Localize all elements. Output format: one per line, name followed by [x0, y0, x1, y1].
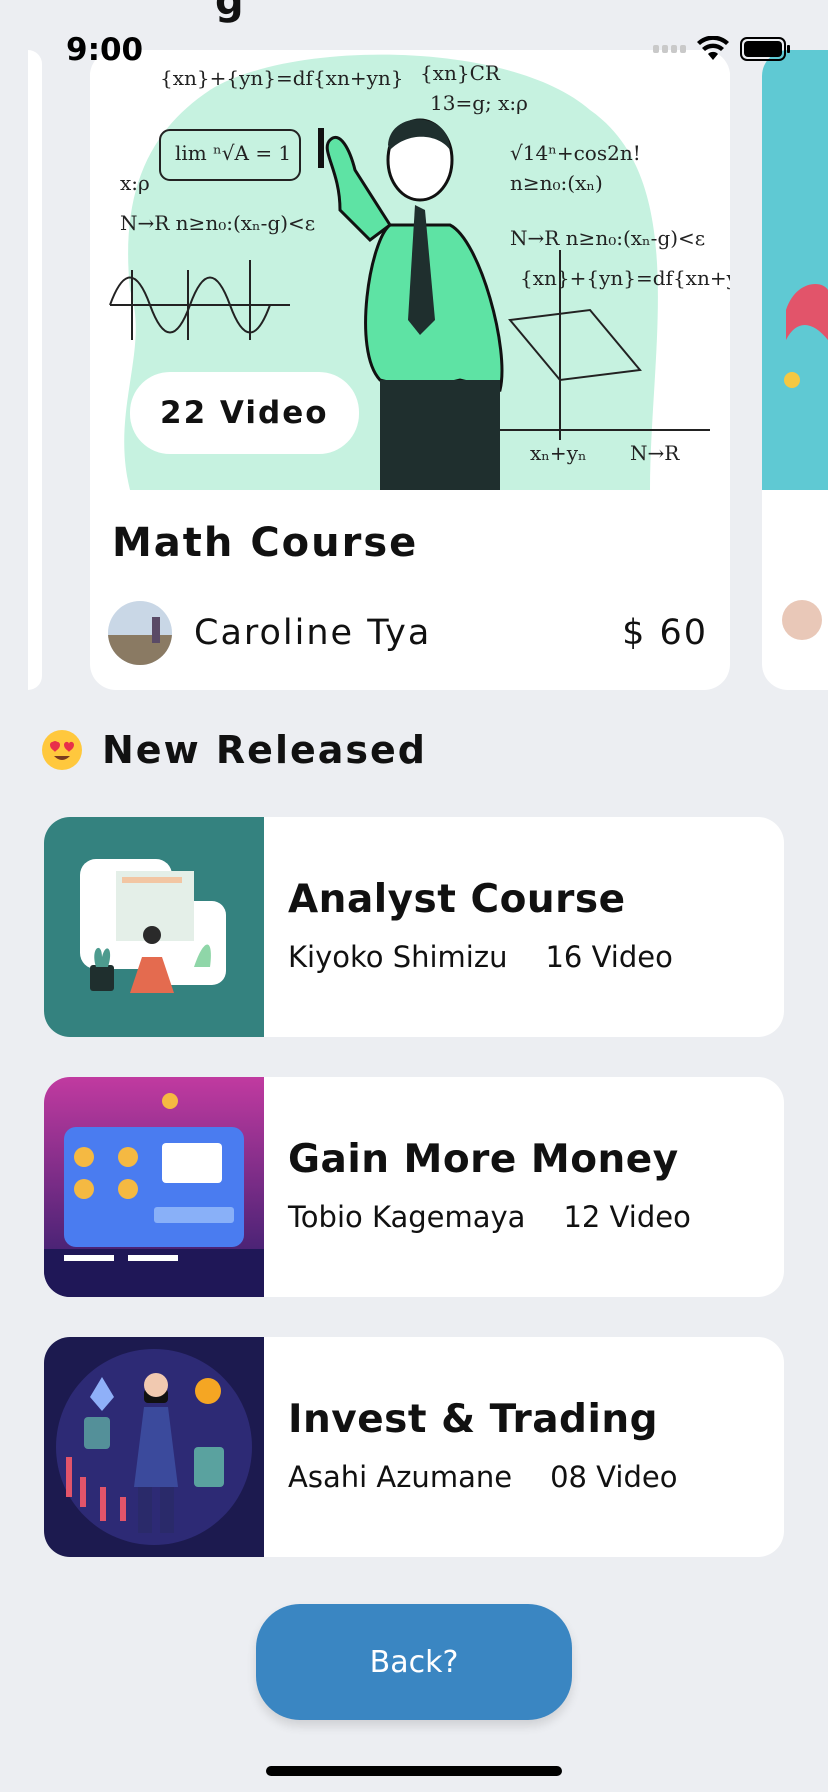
status-icons: [653, 36, 792, 62]
invest-trading-thumbnail: [44, 1337, 264, 1557]
status-bar: 9:00: [0, 0, 828, 100]
svg-text:√14ⁿ+cos2n!: √14ⁿ+cos2n!: [510, 141, 641, 165]
cellular-signal-icon: [653, 45, 686, 53]
heart-eyes-emoji-icon: [42, 730, 82, 770]
back-button[interactable]: Back?: [256, 1604, 572, 1720]
list-item[interactable]: Invest & Trading Asahi Azumane 08 Video: [44, 1337, 784, 1557]
svg-text:lim ⁿ√A = 1: lim ⁿ√A = 1: [175, 141, 291, 165]
svg-text:N→R: N→R: [630, 441, 680, 465]
featured-author-name: Caroline Tya: [194, 613, 432, 653]
avatar: [108, 601, 172, 665]
list-item[interactable]: Gain More Money Tobio Kagemaya 12 Video: [44, 1077, 784, 1297]
list-item[interactable]: Analyst Course Kiyoko Shimizu 16 Video: [44, 817, 784, 1037]
gain-more-money-thumbnail: [44, 1077, 264, 1297]
course-video-count: 08 Video: [550, 1460, 678, 1494]
featured-author-row: Caroline Tya $ 60: [108, 600, 708, 666]
svg-text:N→R n≥n₀:(xₙ-g)<ε: N→R n≥n₀:(xₙ-g)<ε: [120, 211, 315, 235]
status-time: 9:00: [66, 32, 144, 68]
featured-price: $ 60: [622, 613, 708, 653]
analyst-course-thumbnail: [44, 817, 264, 1037]
course-video-count: 12 Video: [563, 1200, 691, 1234]
svg-text:N→R n≥n₀:(xₙ-g)<ε: N→R n≥n₀:(xₙ-g)<ε: [510, 226, 705, 250]
svg-text:x:ρ: x:ρ: [120, 171, 150, 195]
new-released-heading: New Released: [42, 728, 427, 772]
svg-text:n≥n₀:(xₙ): n≥n₀:(xₙ): [510, 171, 603, 195]
course-author: Kiyoko Shimizu: [288, 940, 508, 974]
course-title: Analyst Course: [288, 877, 626, 922]
battery-icon: [740, 37, 790, 61]
course-video-count: 16 Video: [545, 940, 673, 974]
course-title: Invest & Trading: [288, 1397, 659, 1442]
video-count-badge: 22 Video: [130, 372, 359, 454]
featured-course-title: Math Course: [112, 520, 419, 566]
featured-course-card[interactable]: {xn}+{yn}=df{xn+yn} {xn}CR 13=g; x:ρ x:ρ…: [90, 50, 730, 690]
course-author: Tobio Kagemaya: [288, 1200, 526, 1234]
new-released-list: Analyst Course Kiyoko Shimizu 16 Video G…: [44, 817, 784, 1597]
math-course-illustration: {xn}+{yn}=df{xn+yn} {xn}CR 13=g; x:ρ x:ρ…: [90, 50, 730, 491]
featured-carousel[interactable]: {xn}+{yn}=df{xn+yn} {xn}CR 13=g; x:ρ x:ρ…: [0, 50, 828, 690]
home-indicator[interactable]: [266, 1766, 562, 1776]
course-author: Asahi Azumane: [288, 1460, 513, 1494]
svg-text:xₙ+yₙ: xₙ+yₙ: [530, 441, 587, 465]
previous-course-card[interactable]: [28, 50, 42, 690]
section-title: New Released: [102, 728, 427, 772]
course-title: Gain More Money: [288, 1137, 679, 1182]
svg-text:{xn}+{yn}=df{xn+yn}: {xn}+{yn}=df{xn+yn}: [520, 266, 730, 290]
next-course-card[interactable]: [762, 50, 828, 690]
wifi-icon: [697, 36, 729, 60]
